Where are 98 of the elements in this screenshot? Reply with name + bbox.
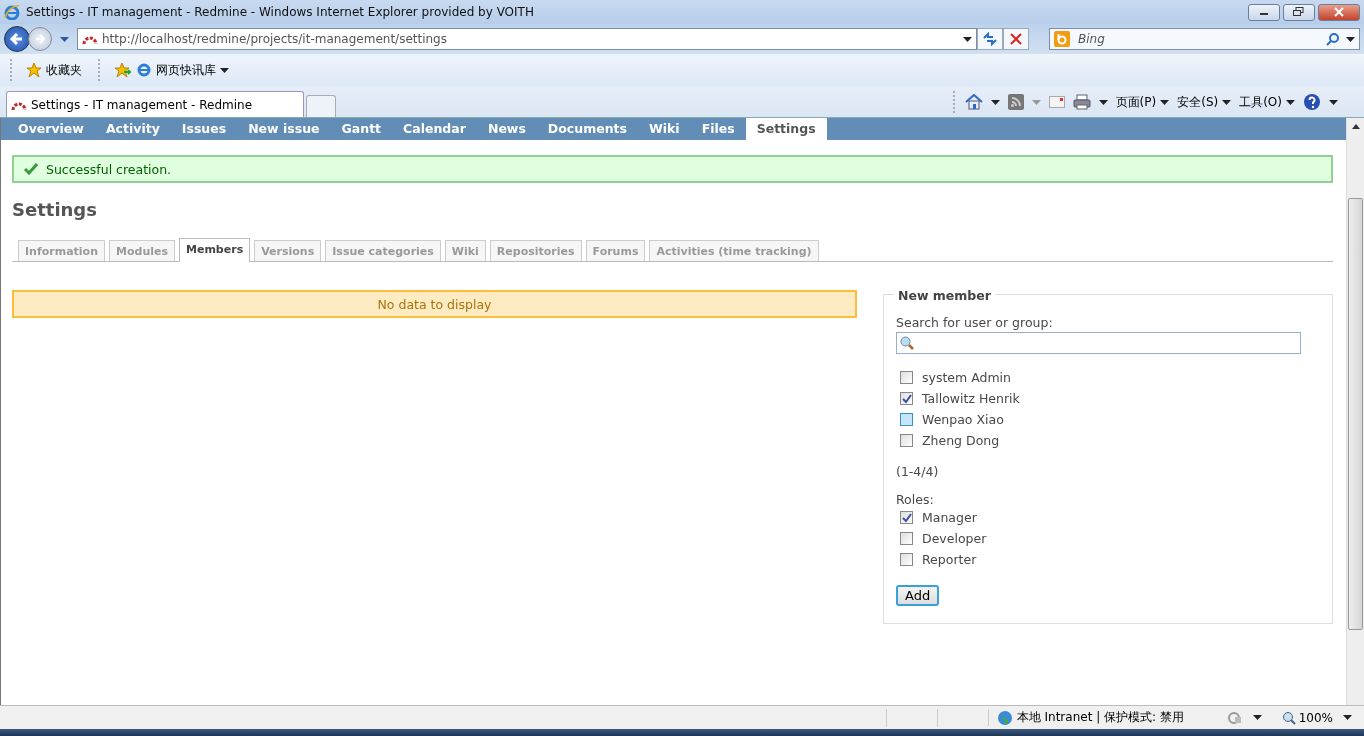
settings-tab[interactable]: Wiki: [444, 240, 486, 261]
checkmark-icon: [24, 163, 38, 175]
roles-label: Roles:: [896, 492, 935, 507]
right-arrow-icon: [34, 33, 46, 45]
command-menu[interactable]: 安全(S): [1177, 93, 1232, 111]
notice-text: Successful creation.: [46, 161, 172, 177]
help-icon[interactable]: [1303, 93, 1321, 111]
browser-logo-icon: [136, 62, 152, 78]
minimize-button[interactable]: [1248, 3, 1280, 21]
feed-icon[interactable]: [1007, 94, 1024, 110]
caret-icon[interactable]: [1098, 99, 1108, 105]
search-input[interactable]: Bing: [1076, 31, 1320, 47]
magnifier-icon: [1281, 710, 1296, 725]
back-button[interactable]: [4, 26, 30, 52]
star-arrow-icon: [114, 62, 132, 78]
close-button[interactable]: [1318, 3, 1360, 21]
search-icon[interactable]: [1326, 32, 1340, 46]
security-zone-text: 本地 Intranet | 保护模式: 禁用: [1016, 709, 1184, 726]
star-icon: [26, 62, 42, 78]
no-data-notice: No data to display: [12, 290, 857, 318]
user-name: system Admin: [922, 370, 1011, 385]
user-checkbox[interactable]: [900, 392, 913, 405]
menu-link[interactable]: New issue: [237, 118, 331, 140]
web-slice-gallery-button[interactable]: 网页快讯库: [108, 61, 235, 79]
globe-icon: [996, 709, 1013, 726]
role-name: Manager: [922, 510, 977, 525]
search-field[interactable]: Bing: [1049, 28, 1360, 50]
menu-link[interactable]: News: [476, 118, 537, 140]
settings-tab[interactable]: Activities (time tracking): [649, 240, 819, 261]
lock-settings-icon[interactable]: [1226, 710, 1243, 725]
user-checkbox[interactable]: [900, 413, 913, 426]
refresh-button[interactable]: [977, 28, 1003, 50]
caret-icon: [1222, 99, 1232, 105]
menu-link[interactable]: Calendar: [392, 118, 477, 140]
mail-icon[interactable]: [1048, 96, 1065, 108]
user-name: Zheng Dong: [922, 433, 1000, 448]
settings-tab[interactable]: Information: [18, 240, 105, 261]
caret-icon[interactable]: [1329, 99, 1338, 105]
window-title: Settings - IT management - Redmine - Windows Internet Explorer provided by VOITH: [26, 5, 534, 19]
up-arrow-icon[interactable]: [1351, 124, 1360, 129]
dropdown-arrow-icon[interactable]: [60, 36, 69, 42]
settings-tab[interactable]: Repositories: [489, 240, 582, 261]
favorites-button[interactable]: 收藏夹: [20, 61, 88, 79]
close-icon: [1334, 7, 1344, 17]
caret-icon[interactable]: [990, 99, 1000, 105]
menu-link[interactable]: Activity: [94, 118, 171, 140]
user-name: Tallowitz Henrik: [922, 391, 1020, 406]
caret-icon: [1160, 99, 1170, 105]
left-arrow-icon: [9, 31, 25, 47]
panel-legend: New member: [894, 288, 995, 303]
add-button[interactable]: Add: [896, 585, 940, 606]
menu-link[interactable]: Gantt: [330, 118, 393, 140]
magnifier-icon: [900, 336, 914, 350]
bing-logo-icon: [1054, 31, 1070, 47]
zoom-button[interactable]: 100%: [1281, 710, 1333, 725]
user-search-field[interactable]: [896, 332, 1301, 354]
role-checkbox[interactable]: [900, 553, 913, 566]
command-menu[interactable]: 工具(O): [1239, 93, 1295, 111]
caret-icon[interactable]: [1343, 715, 1352, 720]
caret-icon[interactable]: [1252, 715, 1262, 720]
menu-link[interactable]: Issues: [170, 118, 238, 140]
vertical-scrollbar[interactable]: [1346, 118, 1364, 705]
menu-link[interactable]: Files: [690, 118, 746, 140]
pagination-text: (1-4/4): [896, 464, 940, 479]
restore-button[interactable]: [1283, 3, 1315, 21]
stop-button[interactable]: [1003, 28, 1029, 50]
browser-tab[interactable]: Settings - IT management - Redmine: [6, 91, 304, 117]
menu-link[interactable]: Documents: [536, 118, 638, 140]
command-menu[interactable]: 页面(P): [1115, 93, 1170, 111]
caret-icon: [220, 67, 229, 73]
menu-link[interactable]: Wiki: [637, 118, 691, 140]
printer-icon[interactable]: [1072, 94, 1091, 110]
caret-icon: [1286, 99, 1295, 105]
restore-icon: [1293, 7, 1305, 17]
user-checkbox[interactable]: [900, 434, 913, 447]
url-text: http://localhost/redmine/projects/it-management/settings: [102, 32, 448, 46]
role-name: Reporter: [922, 552, 977, 567]
browser-logo-icon: [4, 4, 20, 20]
page-heading: Settings: [12, 199, 98, 220]
caret-icon[interactable]: [1346, 36, 1355, 42]
role-checkbox[interactable]: [900, 532, 913, 545]
home-icon[interactable]: [964, 94, 983, 110]
menu-link[interactable]: Settings: [745, 118, 827, 140]
role-checkbox[interactable]: [900, 511, 913, 524]
search-label: Search for user or group:: [896, 315, 1054, 330]
settings-tab[interactable]: Members: [179, 238, 251, 262]
address-field[interactable]: http://localhost/redmine/projects/it-management/settings: [77, 28, 977, 50]
settings-tab[interactable]: Modules: [109, 240, 175, 261]
user-checkbox[interactable]: [900, 371, 913, 384]
refresh-icon: [982, 32, 998, 46]
settings-tab[interactable]: Forums: [585, 240, 646, 261]
role-name: Developer: [922, 531, 987, 546]
menu-link[interactable]: Overview: [7, 118, 95, 140]
caret-icon[interactable]: [963, 36, 972, 42]
settings-tab[interactable]: Versions: [254, 240, 322, 261]
settings-tab[interactable]: Issue categories: [325, 240, 441, 261]
x-icon: [1010, 33, 1022, 45]
user-name: Wenpao Xiao: [922, 412, 1004, 427]
